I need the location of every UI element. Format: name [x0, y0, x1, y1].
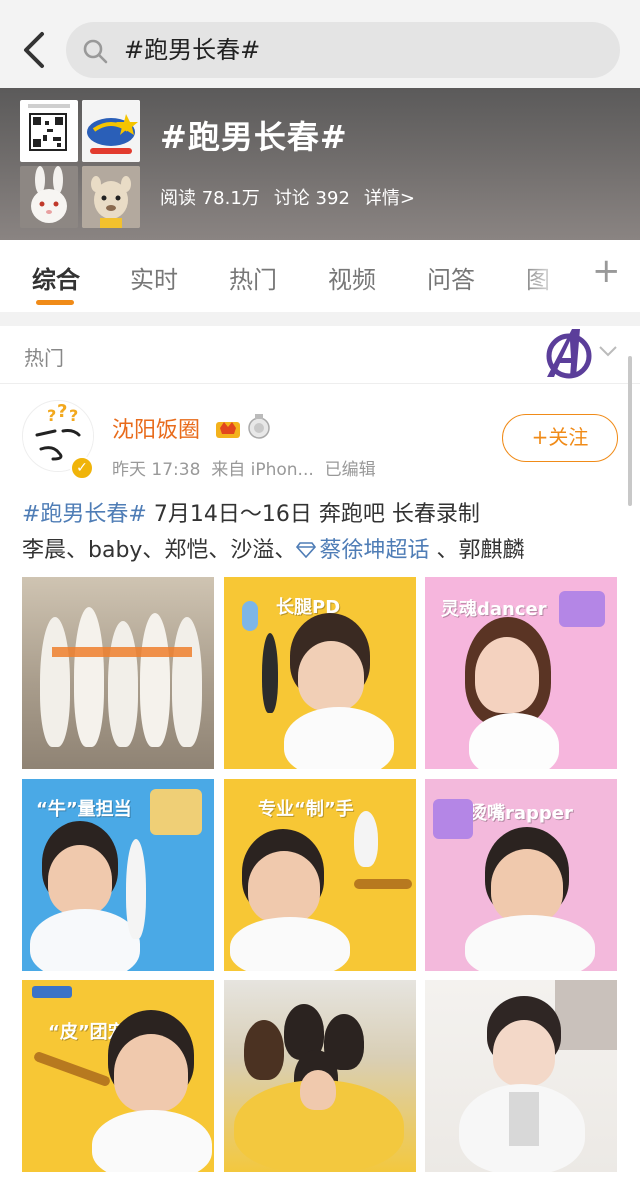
back-arrow-icon[interactable]: [18, 28, 52, 72]
follow-button[interactable]: +关注: [502, 414, 618, 462]
post-image-4[interactable]: “牛”量担当: [22, 779, 214, 971]
image-caption-3: “牛”量担当: [36, 799, 132, 820]
section-header: 热门: [0, 326, 640, 384]
post-text: #跑男长春# 7月14日～16日 奔跑吧 长春录制 李晨、baby、郑恺、沙溢、…: [22, 497, 622, 569]
read-count: 阅读 78.1万: [160, 188, 260, 209]
show-logo-thumbnail: [82, 100, 140, 162]
tab-comprehensive[interactable]: 综合: [32, 260, 80, 295]
qr-code-thumbnail: [20, 100, 78, 162]
search-query[interactable]: #跑男长春#: [124, 34, 260, 66]
verified-badge-icon: ✓: [70, 456, 94, 480]
svg-text:?: ?: [57, 401, 67, 422]
divider: [0, 312, 640, 326]
post-image-7[interactable]: “皮”团宠: [22, 980, 214, 1172]
alpaca-thumbnail: [82, 166, 140, 228]
image-caption-5: 烫嘴rapper: [469, 803, 573, 824]
supertopic-link[interactable]: 蔡徐坤超话: [296, 538, 429, 563]
post-time: 昨天 17:38: [112, 460, 201, 480]
post-text-line2-end: 、郭麒麟: [429, 538, 525, 563]
svg-text:?: ?: [69, 406, 78, 425]
tab-hot[interactable]: 热门: [229, 260, 277, 295]
post-image-2[interactable]: 长腿PD: [224, 577, 416, 769]
topic-title: #跑男长春#: [160, 118, 348, 156]
section-label: 热门: [24, 346, 64, 370]
image-caption-4: 专业“制”手: [258, 799, 354, 820]
post-text-line2-start: 李晨、baby、郑恺、沙溢、: [22, 538, 297, 563]
avengers-logo-icon: [546, 329, 592, 379]
post-image-1[interactable]: [22, 577, 214, 769]
post-image-9[interactable]: [425, 980, 617, 1172]
tab-bar: 综合 实时 热门 视频 问答 图 +: [0, 240, 640, 312]
scrollbar[interactable]: [628, 356, 632, 506]
supertopic-label: 蔡徐坤超话: [319, 538, 430, 563]
svg-text:?: ?: [47, 406, 56, 425]
search-icon: [83, 39, 108, 64]
post-text-line1: 7月14日～16日 奔跑吧 长春录制: [146, 502, 480, 527]
tab-fade-overlay: [520, 240, 580, 312]
topic-thumbnail-grid: [20, 100, 140, 228]
chevron-down-icon[interactable]: [598, 344, 618, 358]
discussion-count: 讨论 392: [273, 188, 350, 209]
topic-stats: 阅读 78.1万 讨论 392 详情>: [160, 184, 429, 210]
hashtag-link[interactable]: #跑男长春#: [22, 502, 147, 527]
post-image-6[interactable]: 烫嘴rapper: [425, 779, 617, 971]
diamond-icon: [296, 542, 317, 559]
details-link[interactable]: 详情>: [364, 188, 415, 209]
add-tab-icon[interactable]: +: [592, 254, 621, 288]
crown-badge-icon: [216, 422, 240, 438]
edited-label: 已编辑: [324, 460, 376, 480]
topic-header: #跑男长春# 阅读 78.1万 讨论 392 详情>: [0, 88, 640, 240]
post-image-5[interactable]: 专业“制”手: [224, 779, 416, 971]
post-image-3[interactable]: 灵魂dancer: [425, 577, 617, 769]
image-caption-2: 灵魂dancer: [441, 599, 547, 620]
tab-realtime[interactable]: 实时: [130, 260, 178, 295]
rabbit-thumbnail: [20, 166, 78, 228]
username[interactable]: 沈阳饭圈: [112, 412, 200, 444]
search-bar[interactable]: #跑男长春#: [66, 22, 620, 78]
post-meta: 昨天 17:38 来自 iPhon... 已编辑: [112, 455, 376, 480]
active-tab-indicator: [36, 300, 74, 305]
post-image-8[interactable]: [224, 980, 416, 1172]
tab-video[interactable]: 视频: [328, 260, 376, 295]
medal-badge-icon: [248, 414, 270, 439]
tab-qa[interactable]: 问答: [427, 260, 475, 295]
post-source: 来自 iPhon...: [211, 460, 314, 480]
top-bar: #跑男长春#: [0, 0, 640, 96]
